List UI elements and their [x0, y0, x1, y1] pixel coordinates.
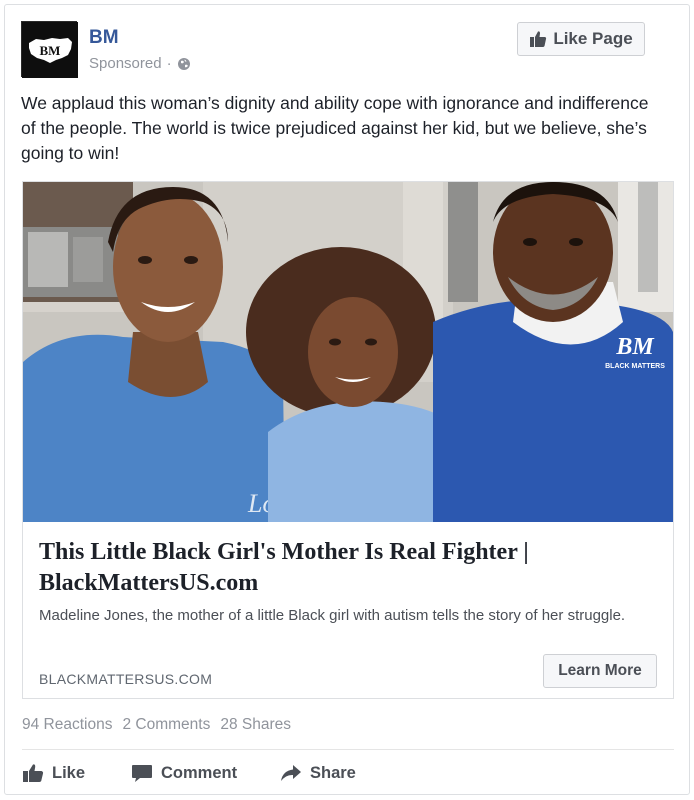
engagement-stats: 94 Reactions 2 Comments 28 Shares — [22, 716, 291, 734]
sponsored-meta: Sponsored · — [89, 55, 191, 72]
sponsored-label[interactable]: Sponsored — [89, 55, 162, 72]
like-action-button[interactable]: Like — [22, 757, 85, 789]
thumbs-up-icon — [23, 764, 44, 782]
meta-separator: · — [166, 55, 172, 72]
share-action-button[interactable]: Share — [280, 757, 356, 789]
post-actions-bar: Like Comment Share — [22, 757, 674, 789]
actions-divider — [22, 749, 674, 750]
post-body-text: We applaud this woman’s dignity and abil… — [21, 93, 649, 163]
comment-bubble-icon — [132, 765, 152, 782]
comment-action-label: Comment — [161, 763, 238, 782]
like-page-label: Like Page — [553, 29, 633, 48]
sponsored-post-card: BM BM Sponsored · Like Page We applaud t… — [4, 4, 690, 795]
page-name-link[interactable]: BM — [89, 27, 119, 49]
comment-action-button[interactable]: Comment — [131, 757, 237, 789]
reactions-count[interactable]: 94 Reactions — [22, 716, 112, 734]
preview-headline[interactable]: This Little Black Girl's Mother Is Real … — [39, 537, 649, 599]
preview-domain: BLACKMATTERSUS.COM — [39, 671, 213, 687]
shares-count[interactable]: 28 Shares — [220, 716, 291, 734]
learn-more-button[interactable]: Learn More — [543, 654, 657, 688]
globe-icon[interactable] — [177, 57, 191, 71]
bm-logo-icon: BM — [22, 22, 78, 78]
preview-description: Madeline Jones, the mother of a little B… — [39, 607, 626, 624]
page-avatar[interactable]: BM — [21, 21, 78, 78]
preview-photo: Lomey BM BLACK MATTERS — [23, 182, 673, 522]
thumbs-up-icon — [530, 31, 547, 47]
share-action-label: Share — [310, 763, 356, 782]
svg-text:BLACK MATTERS: BLACK MATTERS — [605, 363, 665, 370]
like-action-label: Like — [52, 763, 86, 782]
share-arrow-icon — [281, 765, 301, 781]
comments-count[interactable]: 2 Comments — [122, 716, 210, 734]
svg-text:BM: BM — [40, 43, 61, 58]
like-page-button[interactable]: Like Page — [517, 22, 645, 56]
svg-text:BM: BM — [615, 334, 655, 360]
link-preview[interactable]: Lomey BM BLACK MATTERS This Li — [22, 181, 674, 699]
